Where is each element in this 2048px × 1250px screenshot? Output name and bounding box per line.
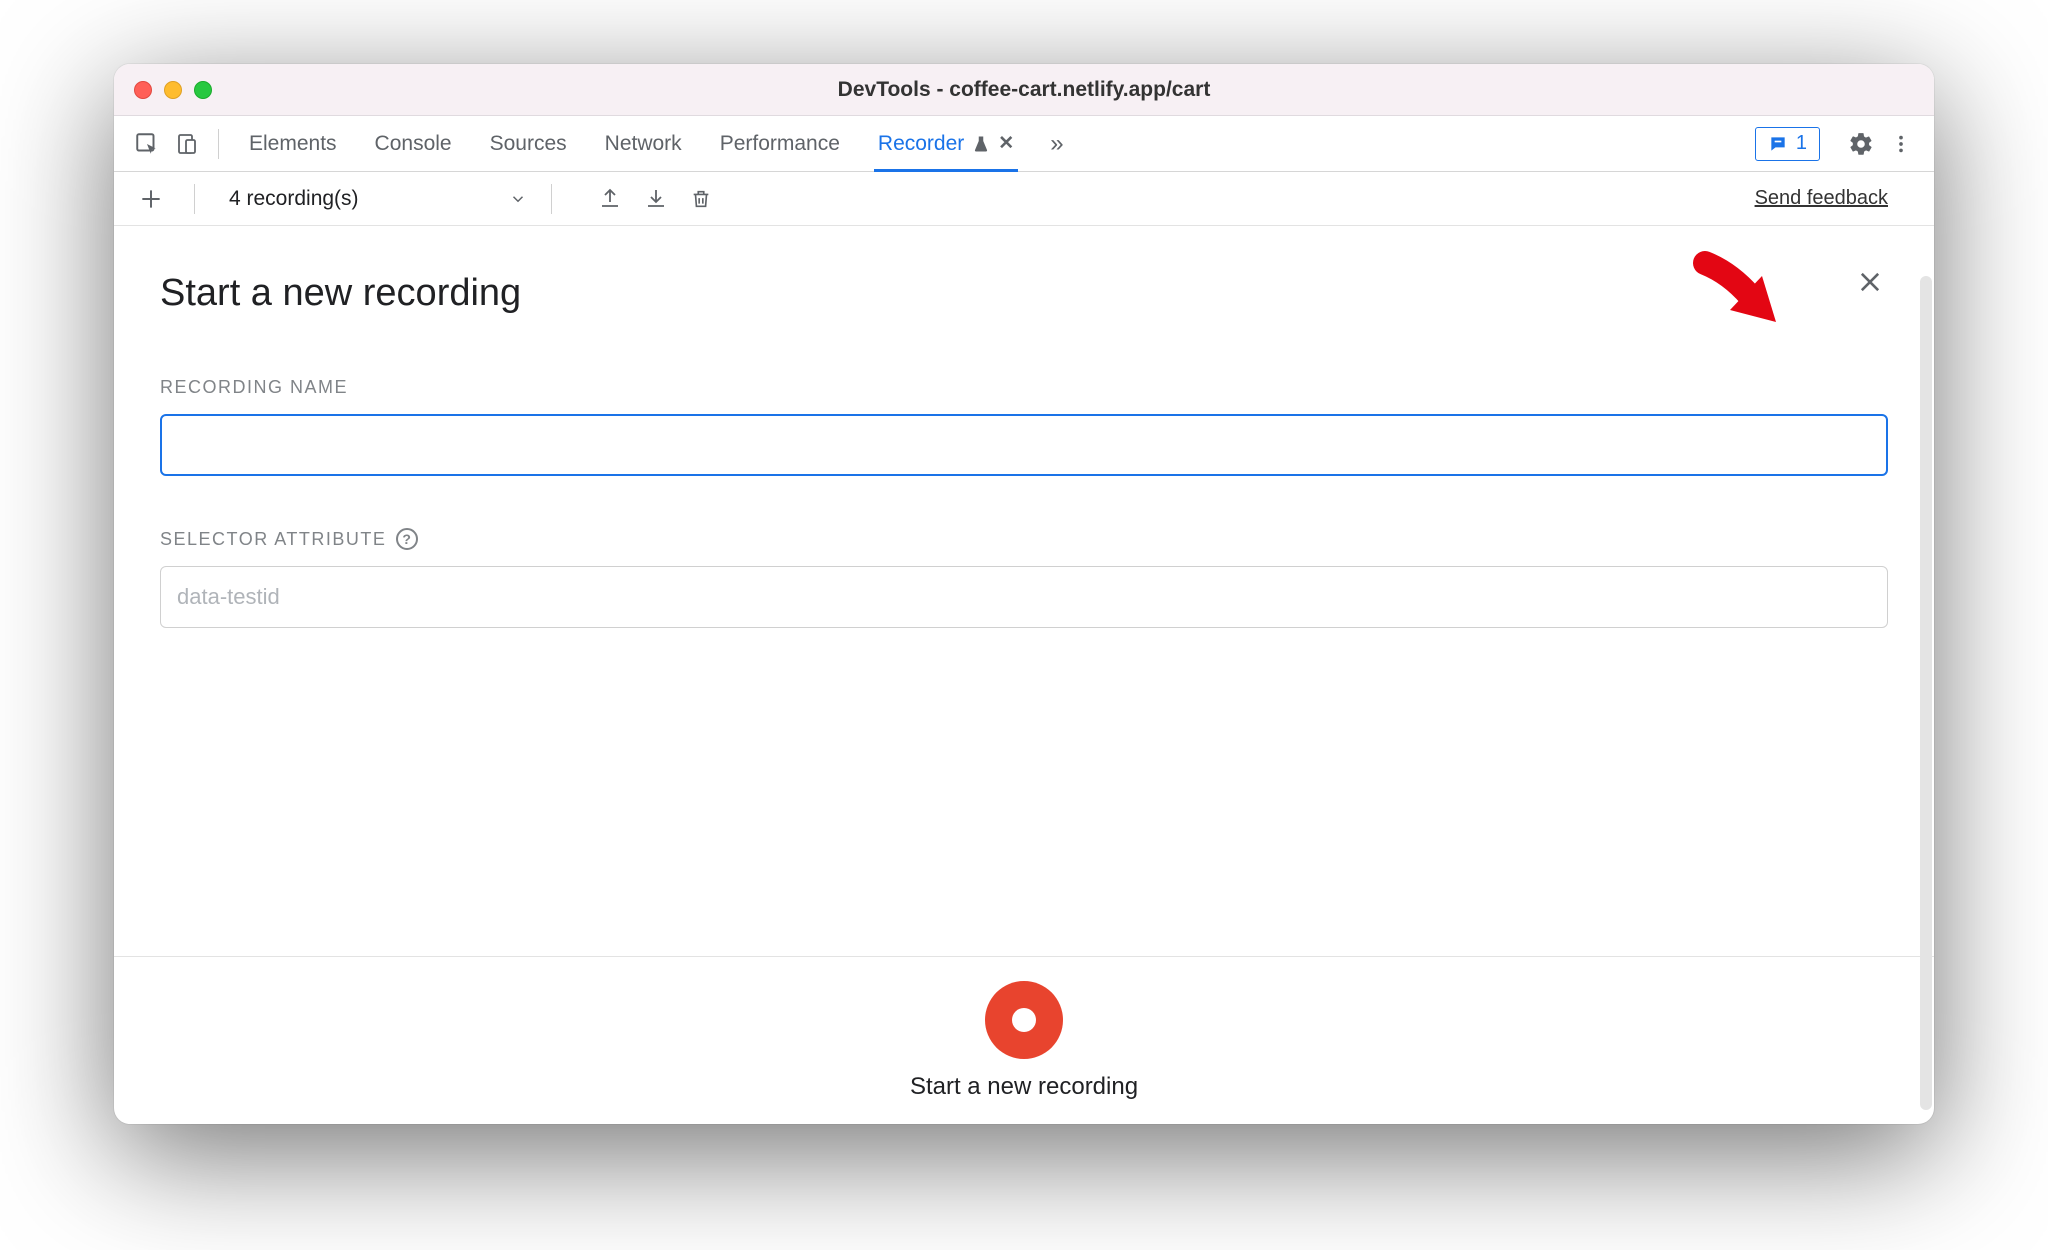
recordings-dropdown[interactable]: 4 recording(s) (229, 187, 527, 211)
start-recording-panel: Start a new recording RECORDING NAME SEL… (114, 226, 1934, 628)
tab-label: Console (375, 132, 452, 156)
tab-label: Recorder (878, 132, 964, 156)
tab-network[interactable]: Network (605, 116, 682, 171)
device-toolbar-icon[interactable] (168, 125, 206, 163)
flask-icon (972, 135, 990, 153)
close-panel-button[interactable] (1852, 264, 1888, 300)
tab-label: Sources (490, 132, 567, 156)
tab-sources[interactable]: Sources (490, 116, 567, 171)
window-close-button[interactable] (134, 81, 152, 99)
devtools-window: DevTools - coffee-cart.netlify.app/cart … (114, 64, 1934, 1124)
tab-label: Elements (249, 132, 337, 156)
close-tab-icon[interactable]: ✕ (998, 132, 1014, 155)
separator (551, 184, 552, 214)
issues-chip[interactable]: 1 (1755, 127, 1820, 161)
window-title: DevTools - coffee-cart.netlify.app/cart (114, 78, 1934, 102)
titlebar: DevTools - coffee-cart.netlify.app/cart (114, 64, 1934, 116)
recording-name-label: RECORDING NAME (160, 377, 1888, 398)
close-icon (1856, 268, 1884, 296)
selector-attribute-label: SELECTOR ATTRIBUTE ? (160, 528, 1888, 550)
tab-recorder[interactable]: Recorder ✕ (878, 116, 1014, 171)
selector-attribute-input[interactable] (160, 566, 1888, 628)
message-icon (1768, 134, 1788, 154)
start-recording-button[interactable] (985, 981, 1063, 1059)
selector-attribute-label-text: SELECTOR ATTRIBUTE (160, 529, 386, 550)
export-icon[interactable] (598, 187, 622, 211)
window-zoom-button[interactable] (194, 81, 212, 99)
separator (218, 129, 219, 159)
more-tabs-icon[interactable]: » (1050, 130, 1063, 158)
send-feedback-link[interactable]: Send feedback (1755, 187, 1888, 210)
tab-label: Performance (720, 132, 840, 156)
devtools-tabstrip: Elements Console Sources Network Perform… (114, 116, 1934, 172)
separator (194, 184, 195, 214)
recorder-body: Start a new recording RECORDING NAME SEL… (114, 226, 1934, 1124)
tabs: Elements Console Sources Network Perform… (249, 116, 1014, 171)
panel-title: Start a new recording (160, 272, 521, 315)
tab-performance[interactable]: Performance (720, 116, 840, 171)
inspect-element-icon[interactable] (128, 125, 166, 163)
help-icon[interactable]: ? (396, 528, 418, 550)
delete-icon[interactable] (690, 187, 712, 211)
recorder-footer: Start a new recording (114, 956, 1934, 1124)
window-minimize-button[interactable] (164, 81, 182, 99)
issues-count: 1 (1796, 132, 1807, 155)
tab-console[interactable]: Console (375, 116, 452, 171)
kebab-menu-icon[interactable] (1882, 125, 1920, 163)
import-icon[interactable] (644, 187, 668, 211)
tab-elements[interactable]: Elements (249, 116, 337, 171)
recorder-toolbar: 4 recording(s) Send feedback (114, 172, 1934, 226)
traffic-lights (114, 81, 212, 99)
scrollbar[interactable] (1920, 276, 1932, 1110)
recording-name-input[interactable] (160, 414, 1888, 476)
add-recording-icon[interactable] (132, 180, 170, 218)
settings-icon[interactable] (1842, 125, 1880, 163)
tab-label: Network (605, 132, 682, 156)
record-icon (1012, 1008, 1036, 1032)
start-recording-label: Start a new recording (910, 1073, 1138, 1101)
recordings-count-label: 4 recording(s) (229, 187, 359, 211)
chevron-down-icon (509, 190, 527, 208)
